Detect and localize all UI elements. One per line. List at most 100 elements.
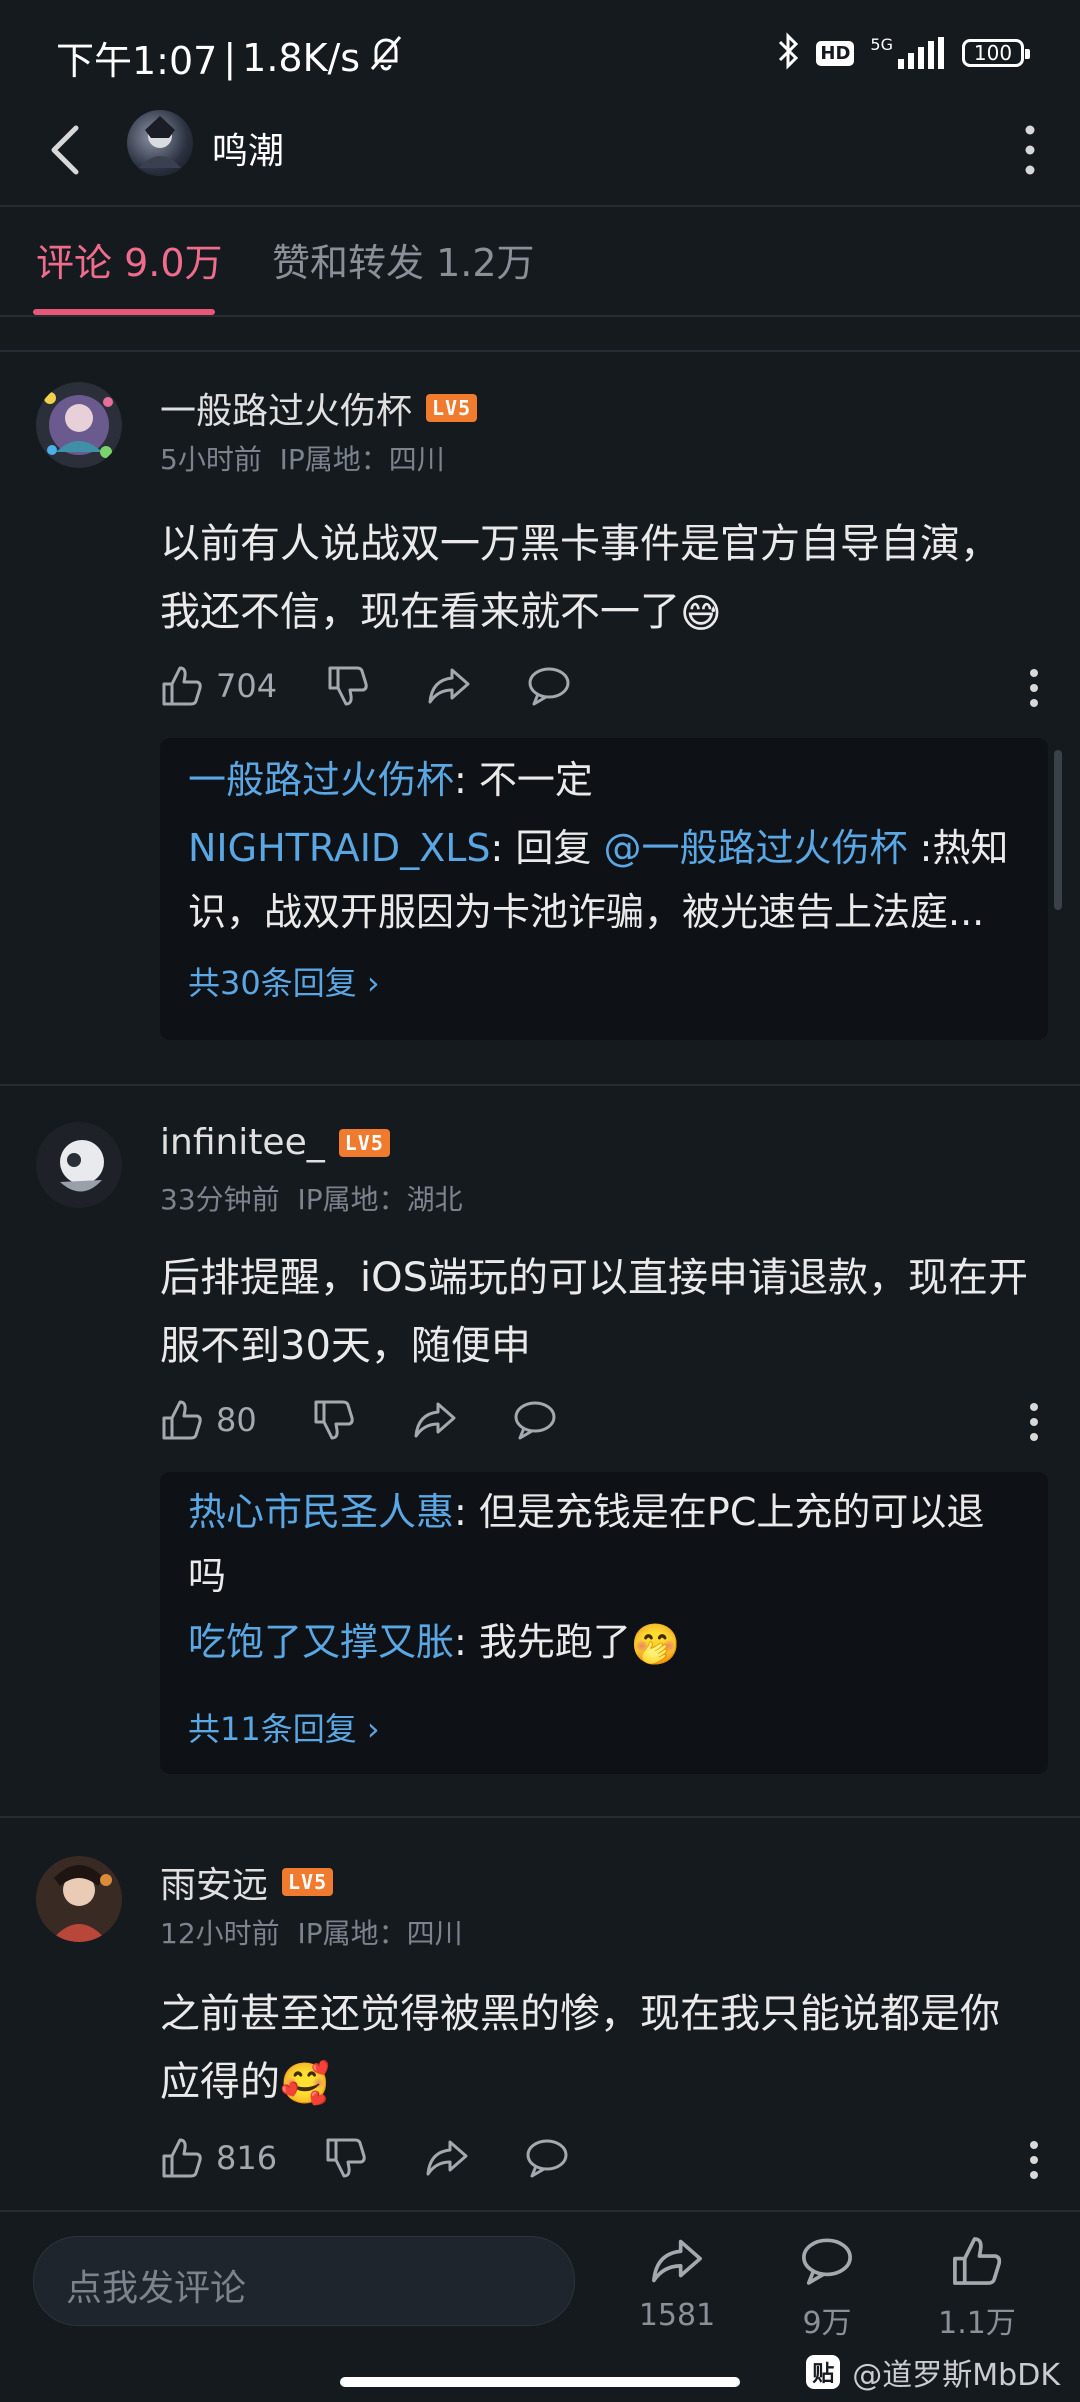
share-icon bbox=[622, 2234, 732, 2292]
top-app-bar: 鸣潮 bbox=[0, 100, 1080, 207]
comment-location: IP属地：湖北 bbox=[297, 1183, 463, 1216]
comment-count: 9万 bbox=[802, 2306, 852, 2341]
hd-icon: HD bbox=[816, 40, 855, 66]
share-post-button[interactable]: 1581 bbox=[622, 2234, 732, 2333]
battery-icon: 100 bbox=[962, 39, 1030, 67]
status-time: 下午1:07 bbox=[56, 39, 218, 83]
game-avatar[interactable] bbox=[127, 110, 193, 176]
comment-actions: 816 bbox=[160, 2136, 1040, 2196]
view-all-replies-link[interactable]: 共30条回复 › bbox=[188, 958, 380, 1004]
comment-time: 5小时前 bbox=[160, 443, 262, 476]
network-type: 5G bbox=[870, 35, 893, 54]
more-vertical-icon[interactable] bbox=[1020, 122, 1040, 178]
like-button[interactable]: 704 bbox=[160, 664, 277, 708]
dislike-button[interactable] bbox=[326, 664, 370, 708]
dislike-button[interactable] bbox=[312, 1398, 356, 1442]
comment-more-icon[interactable] bbox=[1028, 668, 1040, 712]
share-icon bbox=[424, 2136, 470, 2180]
comment-more-icon[interactable] bbox=[1028, 2140, 1040, 2184]
shushing-face-emoji-icon: 🤭 bbox=[630, 1621, 681, 1668]
like-count: 704 bbox=[216, 667, 278, 705]
thumb-up-icon bbox=[160, 1398, 204, 1442]
tieba-logo-icon: 贴 bbox=[806, 2355, 841, 2389]
tab-likes-shares[interactable]: 赞和转发 1.2万 bbox=[272, 232, 535, 287]
signal-icon: 5G bbox=[870, 37, 946, 69]
comment-input[interactable]: 点我发评论 bbox=[33, 2236, 575, 2326]
comment-author[interactable]: 一般路过火伤杯 bbox=[160, 382, 412, 434]
share-count: 1581 bbox=[638, 2298, 716, 2333]
comments-button[interactable]: 9万 bbox=[772, 2234, 882, 2342]
scrollbar[interactable] bbox=[1054, 750, 1062, 910]
level-badge: LV5 bbox=[282, 1868, 334, 1896]
avatar[interactable] bbox=[36, 382, 122, 468]
thumb-up-icon bbox=[160, 2136, 204, 2180]
like-button[interactable]: 816 bbox=[160, 2136, 277, 2180]
divider bbox=[0, 1084, 1080, 1086]
comment-input-placeholder: 点我发评论 bbox=[66, 2268, 247, 2309]
comment-text: 后排提醒，iOS端玩的可以直接申请退款，现在开 服不到30天，随便申 bbox=[160, 1255, 1028, 1369]
comment-time: 12小时前 bbox=[160, 1917, 280, 1950]
comment-location: IP属地：四川 bbox=[279, 443, 445, 476]
view-all-replies-link[interactable]: 共11条回复 › bbox=[188, 1704, 380, 1750]
tab-active-indicator bbox=[33, 309, 215, 315]
chevron-right-icon: › bbox=[366, 1710, 380, 1748]
comment-bubble-icon bbox=[772, 2234, 882, 2292]
back-arrow-icon[interactable] bbox=[42, 120, 92, 180]
status-divider: | bbox=[223, 35, 237, 80]
dislike-button[interactable] bbox=[324, 2136, 368, 2180]
comment-bubble-icon bbox=[524, 2136, 570, 2180]
thumb-up-icon bbox=[160, 664, 204, 708]
avatar[interactable] bbox=[36, 1856, 122, 1942]
thumb-down-icon bbox=[326, 664, 370, 708]
reply-preview[interactable]: 热心市民圣人惠: 但是充钱是在PC上充的可以退 吗 吃饱了又撑又胀: 我先跑了🤭… bbox=[160, 1472, 1048, 1774]
comment-text: 之前甚至还觉得被黑的惨，现在我只能说都是你 应得的🥰 bbox=[160, 1991, 1000, 2107]
tab-comments[interactable]: 评论 9.0万 bbox=[36, 232, 223, 287]
reply-item: 吃饱了又撑又胀: 我先跑了🤭 bbox=[188, 1620, 681, 1668]
reply-button[interactable] bbox=[526, 664, 572, 708]
thumb-down-icon bbox=[324, 2136, 368, 2180]
share-icon bbox=[412, 1398, 458, 1442]
divider bbox=[0, 350, 1080, 352]
reply-preview[interactable]: 一般路过火伤杯: 不一定 NIGHTRAID_XLS: 回复 @一般路过火伤杯 … bbox=[160, 738, 1048, 1040]
reply-item: NIGHTRAID_XLS: 回复 @一般路过火伤杯 :热知 识，战双开服因为卡… bbox=[188, 826, 1009, 934]
reply-button[interactable] bbox=[524, 2136, 570, 2180]
chevron-right-icon: › bbox=[366, 964, 380, 1002]
reply-item: 一般路过火伤杯: 不一定 bbox=[188, 758, 593, 802]
share-icon bbox=[426, 664, 472, 708]
comment-actions: 704 bbox=[160, 664, 1040, 724]
like-button[interactable]: 80 bbox=[160, 1398, 257, 1442]
divider bbox=[0, 1816, 1080, 1818]
comment-bubble-icon bbox=[526, 664, 572, 708]
comment-author[interactable]: infinitee_ bbox=[160, 1122, 325, 1163]
level-badge: LV5 bbox=[426, 394, 478, 422]
comment-text: 以前有人说战双一万黑卡事件是官方自导自演， 我还不信，现在看来就不一了😅 bbox=[160, 521, 1000, 637]
like-count: 80 bbox=[216, 1401, 257, 1439]
bluetooth-icon bbox=[776, 32, 800, 74]
comment-author[interactable]: 雨安远 bbox=[160, 1856, 268, 1908]
like-post-button[interactable]: 1.1万 bbox=[922, 2234, 1032, 2342]
like-count: 816 bbox=[216, 2139, 278, 2177]
share-button[interactable] bbox=[426, 664, 472, 708]
thumb-down-icon bbox=[312, 1398, 356, 1442]
bottom-bar: 点我发评论 1581 9万 1.1万 贴 @道罗斯MbDK bbox=[0, 2210, 1080, 2402]
share-button[interactable] bbox=[412, 1398, 458, 1442]
thumb-up-icon bbox=[922, 2234, 1032, 2292]
page-title: 鸣潮 bbox=[212, 131, 285, 172]
reply-button[interactable] bbox=[512, 1398, 558, 1442]
share-button[interactable] bbox=[424, 2136, 470, 2180]
status-speed: 1.8K/s bbox=[242, 35, 361, 80]
like-count: 1.1万 bbox=[938, 2306, 1016, 2341]
comment-time: 33分钟前 bbox=[160, 1183, 280, 1216]
avatar[interactable] bbox=[36, 1122, 122, 1208]
comment-more-icon[interactable] bbox=[1028, 1402, 1040, 1446]
home-indicator[interactable] bbox=[340, 2377, 740, 2387]
comment-location: IP属地：四川 bbox=[297, 1917, 463, 1950]
mute-bell-icon bbox=[366, 33, 406, 82]
watermark-text: @道罗斯MbDK bbox=[852, 2358, 1060, 2393]
watermark: 贴 @道罗斯MbDK bbox=[806, 2350, 1060, 2394]
comment-actions: 80 bbox=[160, 1398, 1040, 1458]
hugging-face-emoji-icon: 🥰 bbox=[280, 2061, 330, 2107]
sweat-smile-emoji-icon: 😅 bbox=[680, 591, 722, 637]
level-badge: LV5 bbox=[338, 1128, 390, 1157]
comment-bubble-icon bbox=[512, 1398, 558, 1442]
